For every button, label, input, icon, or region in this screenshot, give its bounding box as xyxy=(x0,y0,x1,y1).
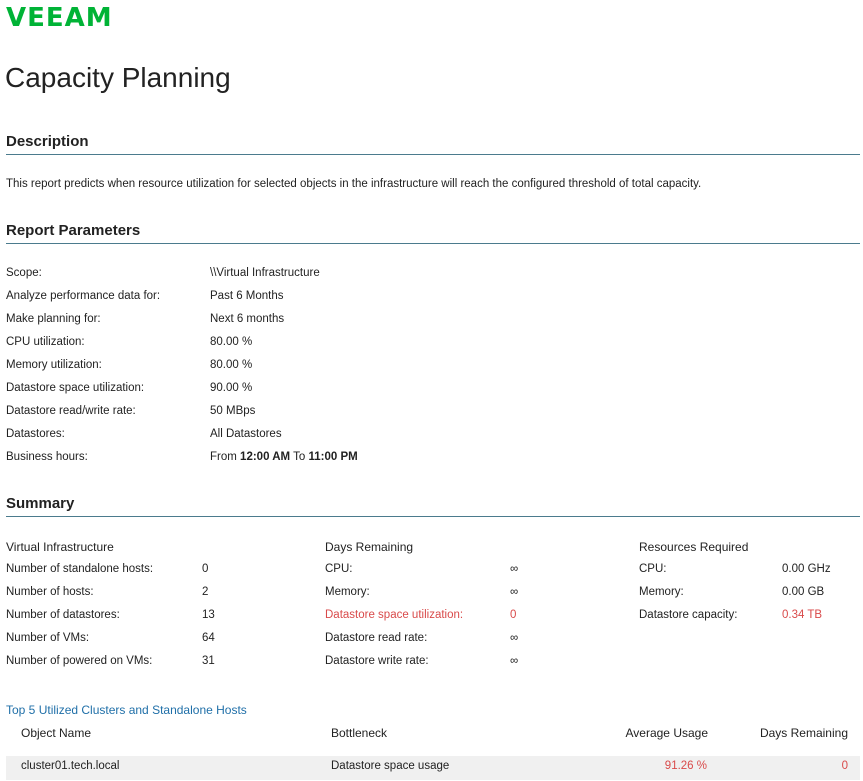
summary-label: Number of hosts: xyxy=(6,586,94,598)
summary-row: Number of hosts: 2 xyxy=(6,586,215,609)
param-value: 90.00 % xyxy=(210,382,253,394)
summary-divider xyxy=(6,516,860,517)
summary-row: Datastore space utilization: 0 xyxy=(325,609,518,632)
summary-label: Memory: xyxy=(639,586,684,598)
summary-value: 13 xyxy=(202,609,215,621)
summary-value: ∞ xyxy=(510,586,519,598)
report-parameters-divider xyxy=(6,243,860,244)
virtual-infrastructure-heading: Virtual Infrastructure xyxy=(6,540,114,554)
summary-value: 0 xyxy=(510,609,517,621)
param-label: Datastores: xyxy=(6,428,65,440)
column-header-bottleneck[interactable]: Bottleneck xyxy=(331,726,387,740)
summary-value: 31 xyxy=(202,655,215,667)
summary-value: 0 xyxy=(202,563,209,575)
column-header-days-remaining[interactable]: Days Remaining xyxy=(760,726,848,740)
summary-value: 64 xyxy=(202,632,215,644)
summary-heading: Summary xyxy=(6,495,75,512)
description-text: This report predicts when resource utili… xyxy=(6,178,702,190)
param-row-scope: Scope: \\Virtual Infrastructure xyxy=(6,267,320,285)
summary-row: Number of datastores: 13 xyxy=(6,609,215,632)
summary-label: Number of powered on VMs: xyxy=(6,655,153,667)
summary-label: Number of VMs: xyxy=(6,632,90,644)
days-remaining-heading: Days Remaining xyxy=(325,540,414,554)
param-label: Business hours: xyxy=(6,451,88,463)
summary-label: Datastore write rate: xyxy=(325,655,429,667)
param-label: Datastore read/write rate: xyxy=(6,405,136,417)
cell-average-usage: 91.26 % xyxy=(664,760,707,772)
summary-row: Number of standalone hosts: 0 xyxy=(6,563,215,586)
param-row-datastore-space: Datastore space utilization: 90.00 % xyxy=(6,382,252,400)
summary-row: Memory: ∞ xyxy=(325,586,518,609)
param-label: Analyze performance data for: xyxy=(6,290,161,302)
param-row-memory-utilization: Memory utilization: 80.00 % xyxy=(6,359,252,377)
param-label: CPU utilization: xyxy=(6,336,85,348)
table-row[interactable]: cluster01.tech.local Datastore space usa… xyxy=(6,756,860,780)
summary-row: Number of VMs: 64 xyxy=(6,632,215,655)
param-value: Next 6 months xyxy=(210,313,285,325)
param-value: All Datastores xyxy=(210,428,282,440)
summary-label: Number of datastores: xyxy=(6,609,120,621)
param-row-cpu-utilization: CPU utilization: 80.00 % xyxy=(6,336,252,354)
param-label: Scope: xyxy=(6,267,42,279)
column-header-object-name[interactable]: Object Name xyxy=(21,726,91,740)
cell-days-remaining: 0 xyxy=(841,760,848,772)
column-header-average-usage[interactable]: Average Usage xyxy=(626,726,709,740)
summary-row: Datastore write rate: ∞ xyxy=(325,655,518,678)
summary-row: Memory: 0.00 GB xyxy=(639,586,831,609)
summary-label: Number of standalone hosts: xyxy=(6,563,154,575)
summary-row: CPU: ∞ xyxy=(325,563,518,586)
summary-row: Datastore capacity: 0.34 TB xyxy=(639,609,831,632)
resources-required-heading: Resources Required xyxy=(639,540,749,554)
param-row-planning-period: Make planning for: Next 6 months xyxy=(6,313,284,331)
top5-title-link[interactable]: Top 5 Utilized Clusters and Standalone H… xyxy=(6,703,247,717)
summary-label: Memory: xyxy=(325,586,370,598)
page-title: Capacity Planning xyxy=(5,62,231,93)
summary-label: Datastore read rate: xyxy=(325,632,428,644)
from-word: From xyxy=(210,451,237,463)
summary-row: Number of powered on VMs: 31 xyxy=(6,655,215,678)
virtual-infrastructure-column: Virtual Infrastructure Number of standal… xyxy=(6,540,215,678)
param-value: 80.00 % xyxy=(210,359,253,371)
description-heading: Description xyxy=(6,133,89,150)
summary-value: 0.34 TB xyxy=(782,609,823,621)
summary-row: Datastore read rate: ∞ xyxy=(325,632,518,655)
days-remaining-column: Days Remaining CPU: ∞ Memory: ∞ Datastor… xyxy=(325,540,518,678)
param-row-datastores: Datastores: All Datastores xyxy=(6,428,282,446)
cell-object-name: cluster01.tech.local xyxy=(21,760,120,772)
param-value: Past 6 Months xyxy=(210,290,284,302)
param-row-business-hours: Business hours: From 12:00 AM To 11:00 P… xyxy=(6,451,358,469)
report-parameters-heading: Report Parameters xyxy=(6,222,141,239)
summary-label: CPU: xyxy=(639,563,667,575)
param-label: Datastore space utilization: xyxy=(6,382,145,394)
param-row-analyze-period: Analyze performance data for: Past 6 Mon… xyxy=(6,290,284,308)
summary-value: 0.00 GB xyxy=(782,586,825,598)
summary-label: CPU: xyxy=(325,563,353,575)
summary-value: 2 xyxy=(202,586,209,598)
summary-value: 0.00 GHz xyxy=(782,563,831,575)
summary-label: Datastore space utilization: xyxy=(325,609,464,621)
summary-value: ∞ xyxy=(510,655,519,667)
description-divider xyxy=(6,154,860,155)
param-value: \\Virtual Infrastructure xyxy=(210,267,320,279)
summary-row: CPU: 0.00 GHz xyxy=(639,563,831,586)
summary-value: ∞ xyxy=(510,632,519,644)
cell-bottleneck: Datastore space usage xyxy=(331,760,450,772)
param-value: 80.00 % xyxy=(210,336,253,348)
summary-label: Datastore capacity: xyxy=(639,609,738,621)
veeam-logo: VEEAM xyxy=(6,3,113,33)
business-hours-value: From 12:00 AM To 11:00 PM xyxy=(210,451,358,469)
summary-value: ∞ xyxy=(510,563,519,575)
top5-table-header: Object Name Bottleneck Average Usage Day… xyxy=(6,726,860,744)
resources-required-column: Resources Required CPU: 0.00 GHz Memory:… xyxy=(639,540,831,632)
param-label: Make planning for: xyxy=(6,313,101,325)
param-label: Memory utilization: xyxy=(6,359,102,371)
param-value: 50 MBps xyxy=(210,405,256,417)
to-word: To xyxy=(293,451,306,463)
param-row-datastore-rate: Datastore read/write rate: 50 MBps xyxy=(6,405,255,423)
to-time: 11:00 PM xyxy=(308,451,358,463)
from-time: 12:00 AM xyxy=(240,451,291,463)
